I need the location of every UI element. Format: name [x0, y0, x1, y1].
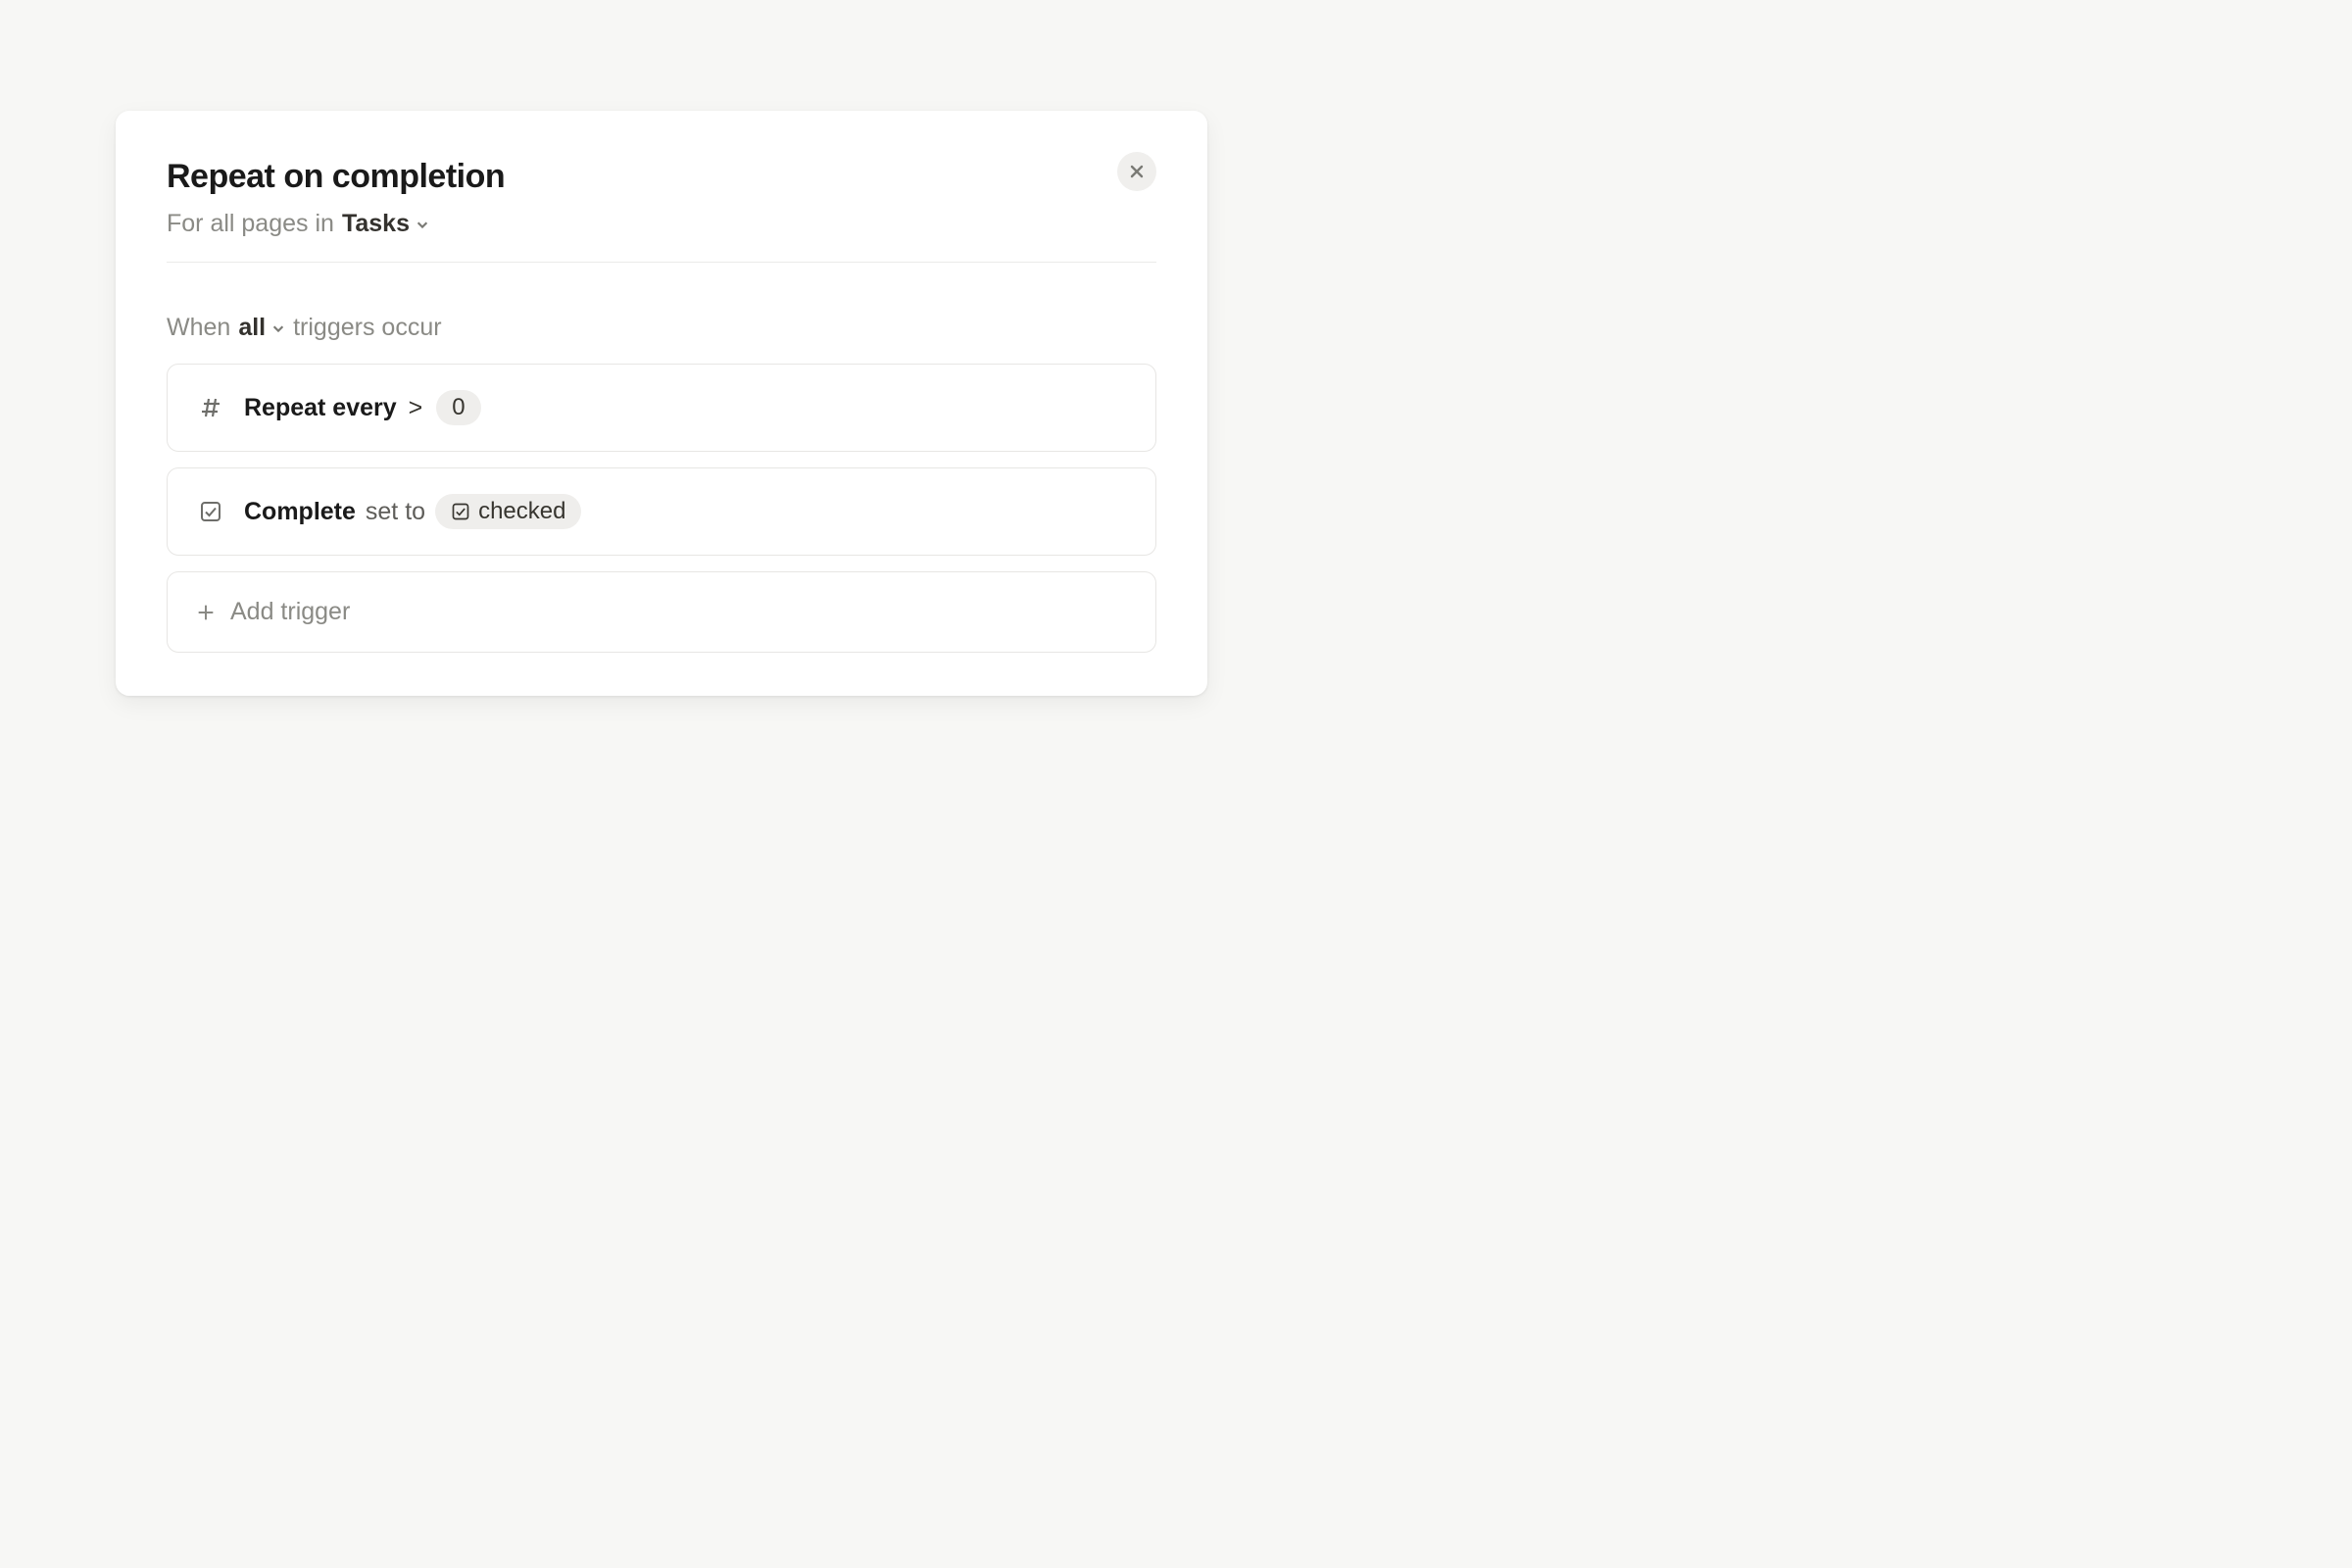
trigger-relation: set to: [366, 498, 425, 526]
trigger-value-pill: checked: [435, 494, 581, 529]
automation-modal: Repeat on completion For all pages in Ta…: [116, 111, 1207, 696]
trigger-property: Repeat every: [244, 394, 397, 422]
scope-value: Tasks: [342, 210, 410, 238]
quantifier-value: all: [238, 314, 266, 342]
checkbox-icon: [199, 500, 222, 523]
trigger-row-complete[interactable]: Complete set to checked: [167, 467, 1156, 556]
trigger-text: Complete set to checked: [244, 494, 581, 529]
chevron-down-icon: [271, 321, 285, 335]
trigger-row-repeat-every[interactable]: Repeat every > 0: [167, 364, 1156, 452]
trigger-value: checked: [478, 498, 565, 525]
trigger-text: Repeat every > 0: [244, 390, 481, 425]
add-trigger-label: Add trigger: [230, 598, 350, 626]
chevron-down-icon: [416, 218, 429, 231]
checkbox-icon: [451, 502, 470, 521]
trigger-value: 0: [452, 394, 465, 421]
scope-prefix: For all pages in: [167, 210, 334, 238]
triggers-header: When all triggers occur: [167, 314, 1156, 342]
close-button[interactable]: [1117, 152, 1156, 191]
trigger-operator: >: [409, 394, 423, 422]
modal-title: Repeat on completion: [167, 158, 505, 196]
close-icon: [1129, 164, 1145, 179]
quantifier-select[interactable]: all: [238, 314, 285, 342]
plus-icon: [195, 602, 217, 623]
divider: [167, 262, 1156, 263]
scope-row: For all pages in Tasks: [167, 210, 1156, 238]
when-label: When: [167, 314, 230, 342]
scope-select[interactable]: Tasks: [342, 210, 429, 238]
trigger-property: Complete: [244, 498, 356, 526]
modal-header: Repeat on completion: [167, 158, 1156, 196]
triggers-suffix: triggers occur: [293, 314, 441, 342]
number-icon: [199, 396, 222, 419]
add-trigger-button[interactable]: Add trigger: [167, 571, 1156, 653]
trigger-value-pill: 0: [436, 390, 480, 425]
